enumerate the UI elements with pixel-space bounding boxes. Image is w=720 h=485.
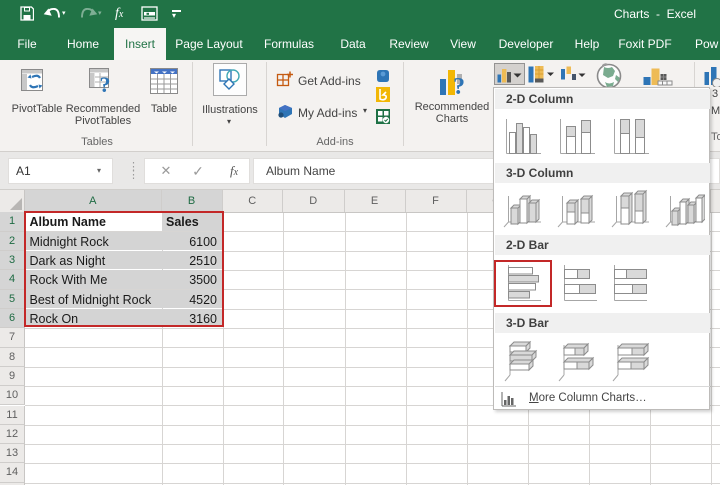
- svg-text:?: ?: [100, 72, 111, 94]
- svg-text:?: ?: [453, 74, 465, 97]
